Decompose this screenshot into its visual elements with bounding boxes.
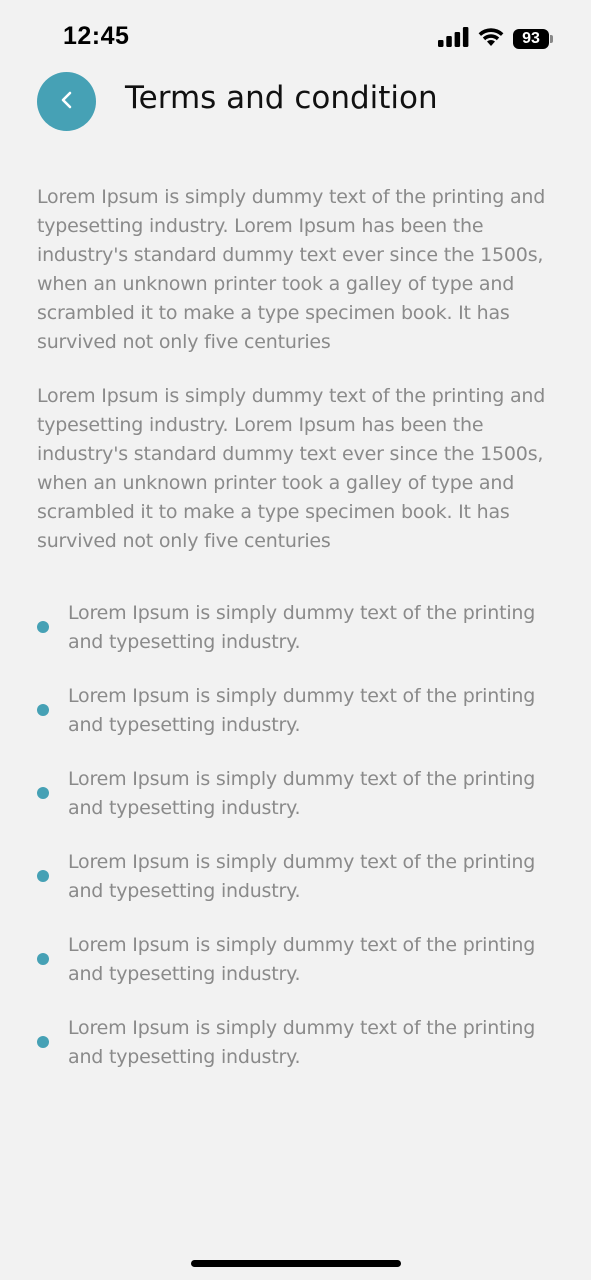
terms-paragraph: Lorem Ipsum is simply dummy text of the … — [37, 385, 546, 552]
list-item-text: Lorem Ipsum is simply dummy text of the … — [68, 768, 536, 819]
bullet-dot-icon — [37, 953, 49, 965]
list-item: Lorem Ipsum is simply dummy text of the … — [37, 599, 557, 657]
bullet-dot-icon — [37, 870, 49, 882]
list-item-text: Lorem Ipsum is simply dummy text of the … — [68, 934, 536, 985]
home-indicator[interactable] — [191, 1260, 401, 1267]
list-item-text: Lorem Ipsum is simply dummy text of the … — [68, 602, 536, 653]
wifi-icon — [478, 27, 504, 51]
chevron-left-icon — [58, 89, 76, 115]
terms-content: Lorem Ipsum is simply dummy text of the … — [37, 183, 557, 1097]
terms-paragraph: Lorem Ipsum is simply dummy text of the … — [37, 186, 546, 353]
bullet-dot-icon — [37, 621, 49, 633]
status-icons: 93 — [438, 27, 553, 51]
list-item: Lorem Ipsum is simply dummy text of the … — [37, 931, 557, 989]
battery-tip — [550, 35, 553, 43]
back-button[interactable] — [37, 72, 96, 131]
list-item: Lorem Ipsum is simply dummy text of the … — [37, 765, 557, 823]
battery-level: 93 — [513, 29, 549, 49]
list-item: Lorem Ipsum is simply dummy text of the … — [37, 1014, 557, 1072]
page-title: Terms and condition — [125, 80, 438, 116]
status-time: 12:45 — [63, 22, 130, 50]
terms-bullet-list: Lorem Ipsum is simply dummy text of the … — [37, 599, 557, 1072]
status-bar: 12:45 93 — [0, 0, 591, 72]
list-item-text: Lorem Ipsum is simply dummy text of the … — [68, 851, 536, 902]
battery-icon: 93 — [513, 29, 553, 49]
header: Terms and condition — [0, 72, 591, 132]
list-item: Lorem Ipsum is simply dummy text of the … — [37, 682, 557, 740]
bullet-dot-icon — [37, 787, 49, 799]
cellular-signal-icon — [438, 27, 469, 51]
bullet-dot-icon — [37, 1036, 49, 1048]
bullet-dot-icon — [37, 704, 49, 716]
list-item-text: Lorem Ipsum is simply dummy text of the … — [68, 685, 536, 736]
list-item-text: Lorem Ipsum is simply dummy text of the … — [68, 1017, 536, 1068]
list-item: Lorem Ipsum is simply dummy text of the … — [37, 848, 557, 906]
